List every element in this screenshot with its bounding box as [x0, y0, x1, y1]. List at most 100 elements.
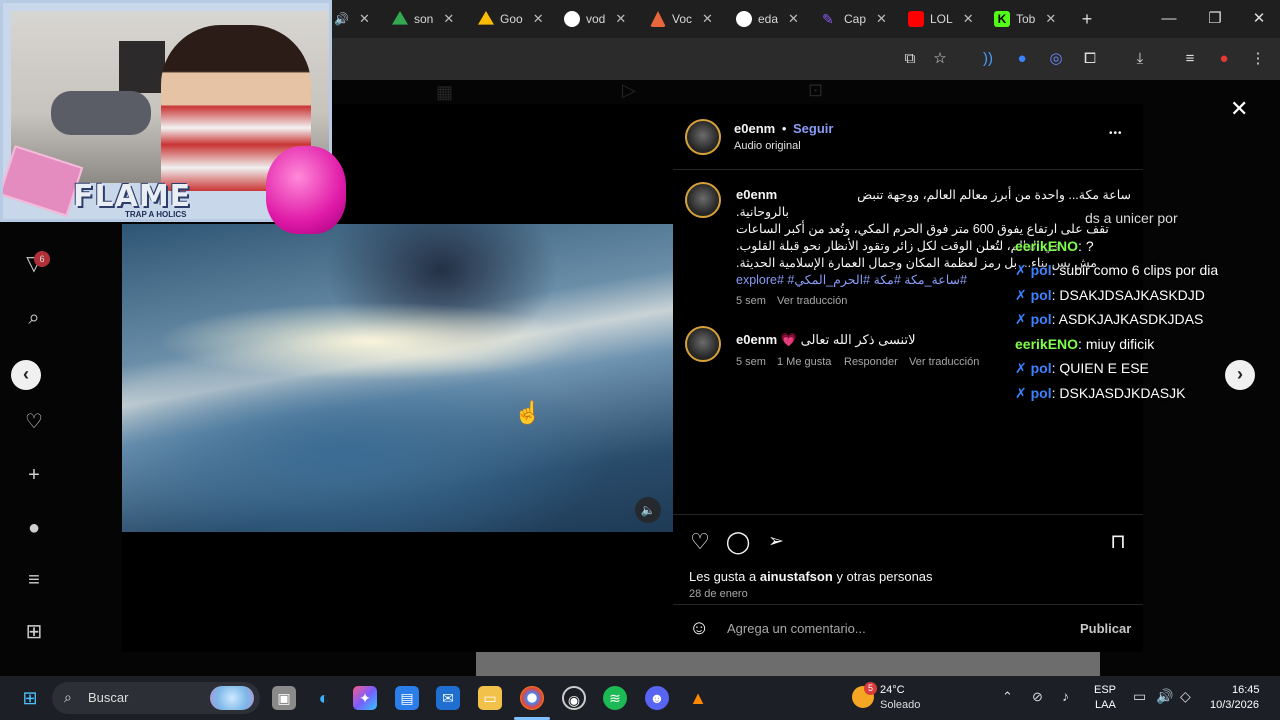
emoji-picker-icon[interactable]: ☺: [689, 617, 709, 640]
browser-tab[interactable]: Goo ✕: [478, 6, 544, 32]
extension-icon[interactable]: ●: [1012, 49, 1032, 69]
tab-label: Goo: [500, 12, 523, 26]
cast-icon[interactable]: )): [978, 49, 998, 69]
caption-avatar[interactable]: [685, 182, 721, 218]
like-heart-icon[interactable]: ♡: [687, 529, 713, 555]
comment-bubble-icon[interactable]: ◯: [725, 529, 751, 555]
browser-tab[interactable]: LOL ✕: [908, 6, 974, 32]
caption-translate-link[interactable]: Ver traducción: [777, 295, 847, 307]
tab-audio[interactable]: 🔊 ✕: [334, 6, 370, 32]
new-tab-button[interactable]: +: [1076, 8, 1098, 30]
previous-post-button[interactable]: ‹: [11, 360, 41, 390]
vocalremover-icon: [650, 11, 666, 27]
heart-emoji: 💗: [780, 332, 798, 347]
follow-button[interactable]: Seguir: [793, 121, 833, 136]
copilot-icon[interactable]: ✦: [353, 686, 377, 710]
browser-tab[interactable]: K Tob ✕: [994, 6, 1056, 32]
microphone-icon[interactable]: ♪: [1062, 688, 1069, 704]
clock-date[interactable]: 10/3/2026: [1210, 699, 1259, 711]
audio-link[interactable]: Audio original: [734, 140, 801, 152]
download-icon[interactable]: ⤓: [1130, 49, 1150, 69]
clock-time[interactable]: 16:45: [1232, 684, 1260, 696]
volume-icon[interactable]: 🔊: [1156, 688, 1173, 705]
browser-tab[interactable]: Voc ✕: [650, 6, 713, 32]
comment-translate-link[interactable]: Ver traducción: [909, 356, 979, 368]
extensions-puzzle-icon[interactable]: ⧠: [1080, 49, 1100, 69]
tab-close-icon[interactable]: ✕: [963, 11, 974, 27]
battery-icon[interactable]: ◇: [1180, 688, 1191, 705]
language-bottom[interactable]: LAA: [1095, 699, 1116, 711]
post-actions: ♡ ◯ ➢ ⊓ Les gusta a ainustafson y otras …: [673, 514, 1143, 604]
youtube-icon: [908, 11, 924, 27]
post-panel: e0enm • Seguir Audio original ••• e0enm …: [673, 104, 1143, 652]
profile-avatar-icon[interactable]: ●: [1214, 49, 1234, 69]
search-icon[interactable]: ⌕: [22, 306, 46, 330]
author-avatar[interactable]: [685, 119, 721, 155]
tab-close-icon[interactable]: ✕: [615, 11, 626, 27]
comment-reply-link[interactable]: Responder: [844, 356, 898, 368]
tab-label: Cap: [844, 12, 867, 26]
window-close-button[interactable]: ✕: [1248, 8, 1270, 30]
tab-close-icon[interactable]: ✕: [359, 11, 370, 27]
save-bookmark-icon[interactable]: ⊓: [1105, 529, 1131, 555]
post-author[interactable]: e0enm: [734, 121, 775, 136]
share-send-icon[interactable]: ➢: [763, 529, 789, 555]
speaker-icon: 🔊: [334, 12, 349, 26]
language-top[interactable]: ESP: [1094, 684, 1116, 696]
apps-icon[interactable]: ⊞: [22, 620, 46, 644]
tab-close-icon[interactable]: ✕: [702, 11, 713, 27]
tab-close-icon[interactable]: ✕: [788, 11, 799, 27]
task-view-icon[interactable]: ▣: [272, 686, 296, 710]
tab-close-icon[interactable]: ✕: [876, 11, 887, 27]
likes-user-link[interactable]: ainustafson: [760, 569, 833, 584]
obs-icon[interactable]: ◉: [562, 686, 586, 710]
browser-tab[interactable]: son ✕: [392, 6, 454, 32]
comment-author[interactable]: e0enm: [736, 332, 777, 347]
tab-close-icon[interactable]: ✕: [533, 11, 544, 27]
modal-close-icon[interactable]: ✕: [1230, 96, 1248, 122]
more-options-icon[interactable]: •••: [1109, 128, 1123, 139]
comment-avatar[interactable]: [685, 326, 721, 362]
chrome-icon[interactable]: [520, 686, 544, 710]
comment-likes[interactable]: 1 Me gusta: [777, 356, 831, 368]
outlook-icon[interactable]: ✉: [436, 686, 460, 710]
tab-close-icon[interactable]: ✕: [1045, 11, 1056, 27]
menu-icon[interactable]: ≡: [22, 568, 46, 592]
post-date: 28 de enero: [689, 588, 748, 600]
browser-menu-icon[interactable]: ⋮: [1248, 49, 1268, 69]
tray-eye-off-icon[interactable]: ⊘: [1032, 689, 1043, 705]
post-author-line: e0enm • Seguir: [734, 121, 833, 136]
install-app-icon[interactable]: ⧉: [900, 49, 920, 69]
search-label: Buscar: [88, 690, 129, 705]
browser-tab[interactable]: eda ✕: [736, 6, 799, 32]
browser-tab[interactable]: ✎ Cap ✕: [822, 6, 887, 32]
tab-close-icon[interactable]: ✕: [443, 11, 454, 27]
publish-button[interactable]: Publicar: [1080, 621, 1131, 636]
media-control-icon[interactable]: ≡: [1180, 49, 1200, 69]
discord-icon[interactable]: ☻: [645, 686, 669, 710]
profile-icon[interactable]: ●: [22, 516, 46, 540]
weather-desc[interactable]: Soleado: [880, 699, 920, 711]
minimize-button[interactable]: —: [1158, 8, 1180, 30]
next-post-button[interactable]: ›: [1225, 360, 1255, 390]
restore-button[interactable]: ❐: [1204, 8, 1226, 30]
file-explorer-icon[interactable]: ▭: [478, 686, 502, 710]
taskbar-search[interactable]: ⌕ Buscar: [52, 682, 260, 714]
bookmark-star-icon[interactable]: ☆: [930, 49, 950, 69]
store-icon[interactable]: ▤: [395, 686, 419, 710]
weather-temp[interactable]: 24°C: [880, 684, 905, 696]
network-icon[interactable]: ▭: [1133, 688, 1146, 705]
tray-chevron-icon[interactable]: ⌃: [1002, 689, 1013, 705]
browser-tab[interactable]: vod ✕: [564, 6, 626, 32]
heart-icon[interactable]: ♡: [22, 410, 46, 434]
windows-start-icon[interactable]: ⊞: [18, 686, 42, 710]
comment-time: 5 sem: [736, 356, 766, 368]
lens-icon[interactable]: ◎: [1046, 49, 1066, 69]
edge-icon[interactable]: ◐: [312, 686, 336, 710]
vlc-icon[interactable]: ▲: [686, 686, 710, 710]
spotify-icon[interactable]: ≋: [603, 686, 627, 710]
comment-input[interactable]: Agrega un comentario...: [727, 621, 866, 636]
create-icon[interactable]: +: [22, 463, 46, 487]
mute-button[interactable]: 🔈: [635, 497, 661, 523]
tab-label: son: [414, 12, 434, 26]
